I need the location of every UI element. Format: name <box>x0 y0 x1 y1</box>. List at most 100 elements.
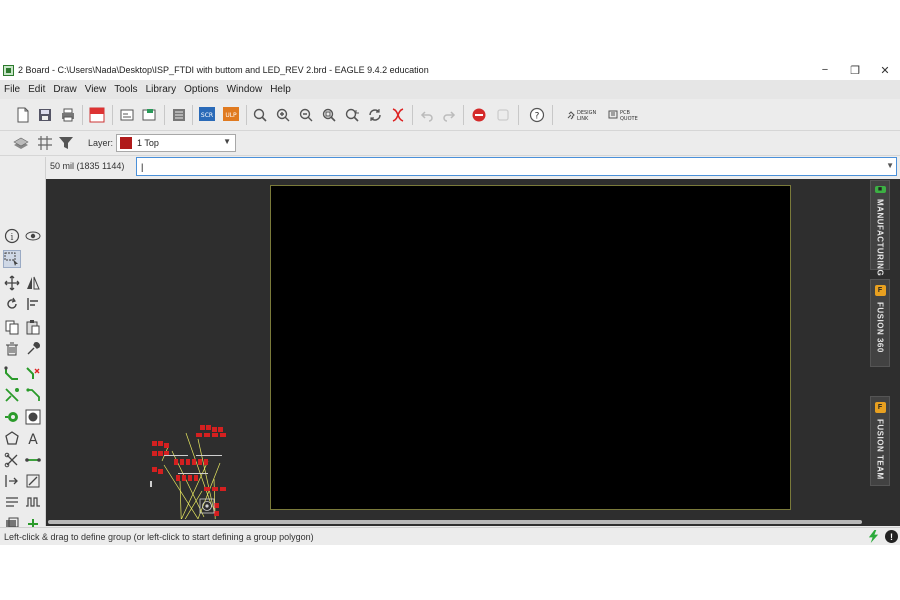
eagle-app-icon <box>3 64 14 76</box>
horizontal-scrollbar[interactable] <box>46 519 868 526</box>
menu-options[interactable]: Options <box>180 84 222 95</box>
print-icon[interactable] <box>59 106 77 124</box>
alert-icon[interactable]: ! <box>885 530 898 543</box>
schematic-sch-icon[interactable] <box>88 106 106 124</box>
svg-text:?: ? <box>535 112 540 122</box>
align-icon[interactable] <box>24 295 42 313</box>
ratsnest-icon[interactable] <box>389 106 407 124</box>
lightning-icon[interactable] <box>867 530 880 543</box>
parameter-toolbar: Layer: 1 Top ▼ <box>0 131 900 156</box>
ulp-label: ULP <box>225 112 237 119</box>
menu-help[interactable]: Help <box>266 84 295 95</box>
zoom-fit-icon[interactable] <box>251 106 269 124</box>
help-icon[interactable]: ? <box>528 106 546 124</box>
status-bar: Left-click & drag to define group (or le… <box>0 527 900 545</box>
manufacturing-tab[interactable]: ■ MANUFACTURING <box>870 180 890 276</box>
paste-icon[interactable] <box>24 318 42 336</box>
filter-icon[interactable] <box>57 134 75 152</box>
menu-view[interactable]: View <box>81 84 111 95</box>
via-icon[interactable] <box>3 408 21 426</box>
ripup-icon[interactable] <box>24 364 42 382</box>
new-file-icon[interactable] <box>14 106 32 124</box>
pcb-quote-button[interactable]: PCB QUOTE <box>608 106 642 124</box>
save-icon[interactable] <box>36 106 54 124</box>
delete-icon[interactable] <box>3 340 21 358</box>
menu-library[interactable]: Library <box>142 84 181 95</box>
redo-icon[interactable] <box>440 106 458 124</box>
design-rules-icon[interactable] <box>140 106 158 124</box>
ulp-run-icon[interactable]: ULP <box>222 106 240 124</box>
tool-palette: i A <box>0 157 46 532</box>
window-title: 2 Board - C:\Users\Nada\Desktop\ISP_FTDI… <box>18 65 429 75</box>
library-manager-icon[interactable] <box>170 106 188 124</box>
menu-edit[interactable]: Edit <box>24 84 49 95</box>
fusion360-icon: F <box>874 285 886 296</box>
manufacturing-label: MANUFACTURING <box>875 199 885 277</box>
hole-icon[interactable] <box>24 408 42 426</box>
layer-select[interactable]: 1 Top ▼ <box>116 134 236 152</box>
layer-selected-value: 1 Top <box>137 138 159 148</box>
board-canvas[interactable] <box>46 179 868 519</box>
zoom-in-icon[interactable] <box>274 106 292 124</box>
menu-file[interactable]: File <box>0 84 24 95</box>
menu-bar: File Edit Draw View Tools Library Option… <box>0 80 900 99</box>
svg-text:A: A <box>28 432 38 446</box>
text-icon[interactable]: A <box>24 429 42 447</box>
move-icon[interactable] <box>3 274 21 292</box>
fusion-team-icon: F <box>874 402 886 413</box>
info-icon[interactable]: i <box>3 227 21 245</box>
meander-icon[interactable] <box>24 493 42 511</box>
menu-window[interactable]: Window <box>223 84 267 95</box>
optimize-icon[interactable] <box>24 386 42 404</box>
menu-tools[interactable]: Tools <box>110 84 141 95</box>
rotate-icon[interactable] <box>3 295 21 313</box>
stop-icon[interactable] <box>470 106 488 124</box>
fusion-team-tab[interactable]: F FUSION TEAM <box>870 396 890 486</box>
title-bar: 2 Board - C:\Users\Nada\Desktop\ISP_FTDI… <box>0 60 900 80</box>
split-icon[interactable] <box>3 451 21 469</box>
fusion360-tab[interactable]: F FUSION 360 <box>870 279 890 367</box>
minimize-button[interactable]: − <box>810 60 840 80</box>
eagle-window: 2 Board - C:\Users\Nada\Desktop\ISP_FTDI… <box>0 60 900 545</box>
group-select-icon[interactable] <box>3 250 21 268</box>
wire-icon[interactable] <box>24 451 42 469</box>
zoom-last-icon[interactable] <box>343 106 361 124</box>
menu-draw[interactable]: Draw <box>49 84 80 95</box>
scr-label: SCR <box>201 112 213 119</box>
copy-icon[interactable] <box>3 318 21 336</box>
layer-settings-icon[interactable] <box>12 134 30 152</box>
script-scr-icon[interactable]: SCR <box>198 106 216 124</box>
line-draw-icon[interactable] <box>24 472 42 490</box>
scrollbar-thumb[interactable] <box>48 520 862 524</box>
board-outline[interactable] <box>270 185 791 510</box>
main-toolbar: SCR ULP ? DESIGN LINK PCB QUOTE <box>0 99 900 131</box>
show-icon[interactable] <box>24 227 42 245</box>
unplaced-components[interactable] <box>142 421 282 519</box>
design-link-button[interactable]: DESIGN LINK <box>566 106 602 124</box>
change-icon[interactable] <box>24 340 42 358</box>
mirror-icon[interactable] <box>24 274 42 292</box>
route-icon[interactable] <box>3 364 21 382</box>
polygon-icon[interactable] <box>3 429 21 447</box>
layer-color-swatch <box>120 137 132 149</box>
go-icon[interactable] <box>494 106 512 124</box>
command-row: 50 mil (1835 1144) ▼ <box>46 157 900 177</box>
right-side-panel: ■ MANUFACTURING F FUSION 360 F FUSION TE… <box>868 179 900 526</box>
fusion-team-label: FUSION TEAM <box>875 419 885 480</box>
zoom-select-icon[interactable] <box>320 106 338 124</box>
dimension-icon[interactable] <box>3 493 21 511</box>
autorouter-icon[interactable] <box>3 386 21 404</box>
cam-processor-icon[interactable] <box>118 106 136 124</box>
svg-text:i: i <box>11 233 14 243</box>
command-line-input[interactable] <box>136 157 897 176</box>
command-history-dropdown[interactable]: ▼ <box>886 161 894 170</box>
zoom-out-icon[interactable] <box>297 106 315 124</box>
chevron-down-icon: ▼ <box>223 137 231 146</box>
manufacturing-icon: ■ <box>874 186 886 193</box>
attribute-icon[interactable] <box>3 472 21 490</box>
maximize-button[interactable]: ❐ <box>840 60 870 80</box>
redraw-icon[interactable] <box>366 106 384 124</box>
undo-icon[interactable] <box>418 106 436 124</box>
close-button[interactable]: ✕ <box>870 60 900 80</box>
grid-icon[interactable] <box>36 134 54 152</box>
